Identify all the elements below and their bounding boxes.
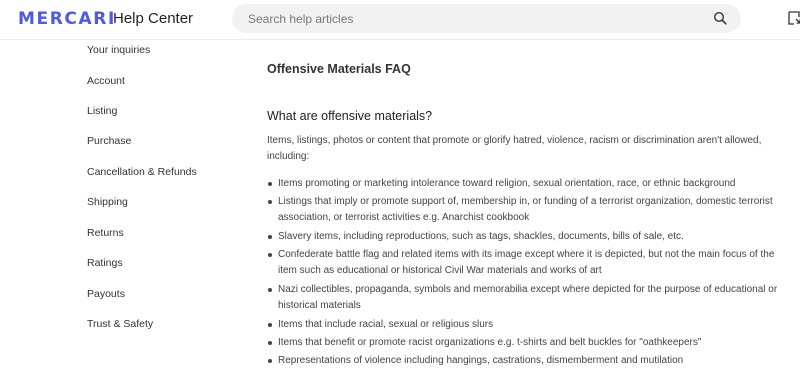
list-item-text: Nazi collectibles, propaganda, symbols a…: [278, 284, 778, 311]
list-item: Confederate battle flag and related item…: [267, 247, 787, 279]
list-item: Listings that imply or promote support o…: [267, 194, 787, 226]
page-title: Offensive Materials FAQ: [267, 62, 411, 76]
bullet-icon: [268, 359, 272, 363]
mercari-logo[interactable]: MERCARI: [18, 9, 116, 29]
bullet-icon: [268, 200, 272, 204]
help-center-title[interactable]: Help Center: [113, 10, 193, 27]
list-item: Items promoting or marketing intolerance…: [267, 176, 787, 192]
sidebar-item-shipping[interactable]: Shipping: [87, 196, 128, 208]
list-item: Nazi collectibles, propaganda, symbols a…: [267, 282, 787, 314]
bullet-icon: [268, 182, 272, 186]
list-item-text: Confederate battle flag and related item…: [278, 249, 775, 276]
sidebar-item-payouts[interactable]: Payouts: [87, 288, 125, 300]
intro-paragraph: Items, listings, photos or content that …: [267, 135, 762, 162]
list-item: Slavery items, including reproductions, …: [267, 229, 787, 245]
sidebar-item-purchase[interactable]: Purchase: [87, 135, 131, 147]
list-item: Items that include racial, sexual or rel…: [267, 317, 787, 333]
list-item-text: Slavery items, including reproductions, …: [278, 231, 684, 242]
list-item: Representations of violence including ha…: [267, 353, 787, 369]
bullet-icon: [268, 341, 272, 345]
header: MERCARI Help Center: [0, 0, 800, 40]
list-item-text: Representations of violence including ha…: [278, 355, 684, 366]
list-item-text: Items promoting or marketing intolerance…: [278, 178, 736, 189]
bullet-icon: [268, 323, 272, 327]
section-heading: What are offensive materials?: [267, 109, 433, 123]
sidebar-item-returns[interactable]: Returns: [87, 227, 124, 239]
list-item: Items that benefit or promote racist org…: [267, 335, 787, 351]
sidebar-item-cancellation-refunds[interactable]: Cancellation & Refunds: [87, 166, 197, 178]
bullet-icon: [268, 253, 272, 257]
search-input[interactable]: [248, 4, 688, 33]
search-icon[interactable]: [713, 11, 727, 25]
bullet-icon: [268, 235, 272, 239]
sidebar-item-your-inquiries[interactable]: Your inquiries: [87, 44, 150, 56]
sidebar-item-ratings[interactable]: Ratings: [87, 257, 123, 269]
list-item-text: Listings that imply or promote support o…: [278, 196, 773, 223]
list-item-text: Items that benefit or promote racist org…: [278, 337, 702, 348]
sidebar-item-trust-safety[interactable]: Trust & Safety: [87, 318, 153, 330]
external-help-icon[interactable]: [788, 10, 800, 26]
sidebar-item-account[interactable]: Account: [87, 75, 125, 87]
sidebar-item-listing[interactable]: Listing: [87, 105, 117, 117]
bullet-icon: [268, 288, 272, 292]
list-item-text: Items that include racial, sexual or rel…: [278, 319, 494, 330]
search-bar[interactable]: [232, 4, 741, 33]
